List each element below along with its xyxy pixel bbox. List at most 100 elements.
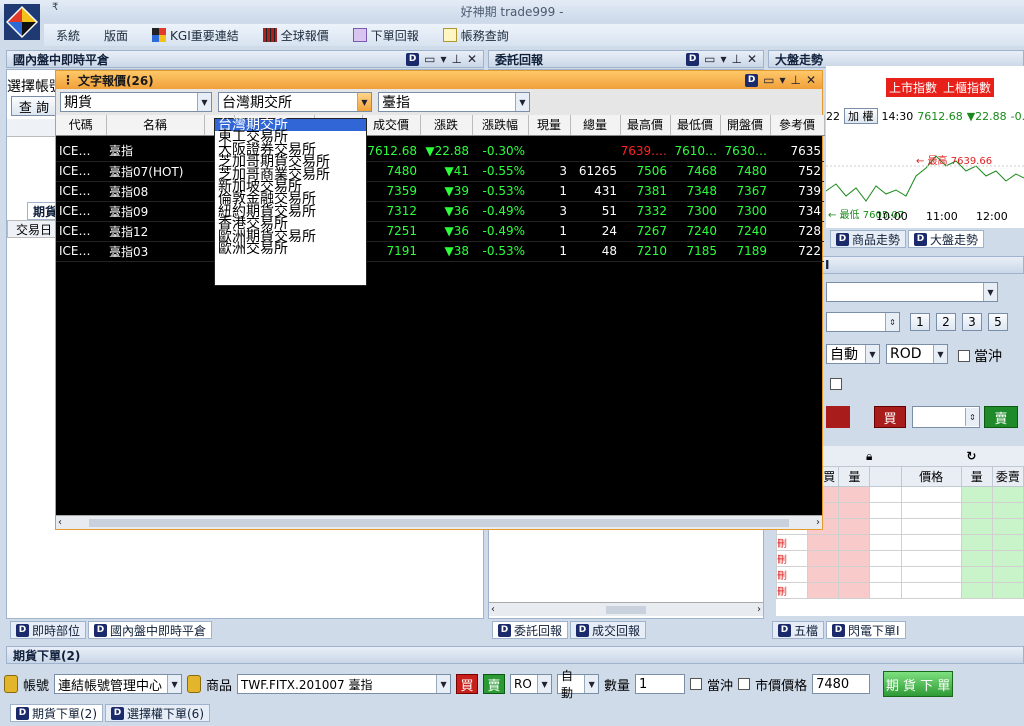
quote-hscrollbar[interactable]: ‹ ›: [56, 515, 822, 529]
chevron-down-icon: ▼: [357, 93, 371, 111]
buy-button[interactable]: 買: [456, 674, 479, 694]
product-combo[interactable]: ▼: [826, 282, 998, 302]
menu-kgi-links[interactable]: KGI重要連結: [140, 27, 251, 44]
exchange-dropdown[interactable]: 台灣期交所 東工交易所 大阪證券交易所 芝加哥期貨交易所 芝加哥商業交易所 新加…: [214, 118, 367, 286]
checkbox[interactable]: [958, 350, 970, 362]
menu-account-query[interactable]: 帳務查詢: [431, 27, 521, 44]
menu-global-quote[interactable]: 全球報價: [251, 27, 341, 44]
daytrade-checkbox[interactable]: [690, 678, 703, 690]
delete-button[interactable]: 刪: [775, 582, 809, 599]
scroll-left-icon[interactable]: ‹: [491, 604, 495, 615]
tab-positions[interactable]: D 即時部位: [10, 621, 87, 639]
lock-icon[interactable]: [187, 675, 202, 693]
market-price-checkbox[interactable]: [738, 678, 751, 690]
grid-header: [7, 119, 57, 137]
scroll-right-icon[interactable]: ›: [757, 604, 761, 615]
account-combo[interactable]: 連結帳號管理中心 ▼: [54, 674, 183, 694]
dock-icon: D: [778, 623, 791, 637]
rod-combo[interactable]: ROD ▼: [886, 344, 948, 364]
scroll-thumb[interactable]: [606, 605, 646, 614]
tab-options-order[interactable]: D 選擇權下單(6): [105, 704, 210, 722]
pin-icon[interactable]: ⊥: [731, 52, 741, 66]
tab-five-levels[interactable]: D 五檔: [772, 621, 825, 639]
ro-combo[interactable]: RO ▼: [510, 674, 553, 694]
menu-arrow-icon[interactable]: ▾: [720, 52, 726, 66]
price-input[interactable]: ⇕: [826, 312, 900, 332]
table-row[interactable]: ICE…臺指087157359▼39-0.53%1431738173487367…: [56, 181, 824, 202]
left-panel-title: 國內盤中即時平倉: [13, 52, 110, 67]
otc-index-badge[interactable]: 上櫃指數: [940, 78, 995, 97]
tab-trade-report[interactable]: D 成交回報: [570, 621, 647, 639]
tab-product-trend[interactable]: D 商品走勢: [830, 230, 907, 248]
dock-icon: D: [498, 623, 511, 637]
daytrade-check[interactable]: 當沖: [958, 346, 1002, 366]
table-row[interactable]: ICE… 臺指 7612.68 ▼22.88 -0.30% 7639.… 7610… 7630…: [56, 141, 824, 162]
delete-button[interactable]: 刪: [775, 550, 809, 567]
product-group-combo[interactable]: 臺指 ▼: [378, 92, 530, 112]
app-logo-icon[interactable]: [4, 4, 40, 40]
qty-1-button[interactable]: 1: [910, 313, 930, 331]
product-combo[interactable]: TWF.FITX.201007 臺指 ▼: [237, 674, 452, 694]
scroll-thumb[interactable]: [89, 518, 789, 527]
menu-bar: 系統 版面 KGI重要連結 全球報價 下單回報 帳務查詢: [44, 24, 1024, 46]
pin-icon[interactable]: ⊥: [790, 73, 800, 87]
submit-futures-order-button[interactable]: 期 貨 下 單: [883, 671, 954, 697]
sell-button[interactable]: 賣: [984, 406, 1018, 428]
scroll-left-icon[interactable]: ‹: [58, 517, 62, 528]
tab-futures-order[interactable]: D 期貨下單(2): [10, 704, 103, 722]
futures-order-header: 期貨下單(2): [6, 646, 1024, 664]
sell-button[interactable]: 賣: [483, 674, 506, 694]
float-icon[interactable]: ▭: [704, 52, 715, 66]
table-row[interactable]: ICE…臺指07(HOT)7157480▼41-0.55%36126575067…: [56, 161, 824, 182]
exchange-combo[interactable]: 台灣期交所 ▼: [218, 92, 372, 112]
refresh-icon[interactable]: ↻: [966, 449, 976, 463]
middle-hscrollbar[interactable]: ‹ ›: [489, 602, 763, 616]
qty-2-button[interactable]: 2: [936, 313, 956, 331]
close-icon[interactable]: ✕: [806, 73, 816, 87]
table-row[interactable]: ICE…臺指09767312▼36-0.49%35173327300730073…: [56, 201, 824, 222]
scroll-right-icon[interactable]: ›: [816, 517, 820, 528]
close-icon[interactable]: ✕: [467, 52, 477, 66]
lock-icon[interactable]: 🔒︎: [866, 449, 872, 464]
market-type-combo[interactable]: 期貨 ▼: [60, 92, 212, 112]
float-icon[interactable]: ▭: [763, 73, 774, 87]
dock-icon[interactable]: D: [406, 52, 420, 66]
sell-red-block[interactable]: [826, 406, 850, 428]
buy-button[interactable]: 買: [874, 406, 906, 428]
delete-button[interactable]: 刪: [775, 566, 809, 583]
tab-intraday-close[interactable]: D 國內盤中即時平倉: [88, 621, 213, 639]
qty-input[interactable]: 1: [635, 674, 686, 694]
menu-order-report[interactable]: 下單回報: [341, 27, 431, 44]
listed-index-badge[interactable]: 上市指數: [886, 78, 941, 97]
menu-system[interactable]: 系統: [44, 27, 92, 44]
tab-flash-order[interactable]: D 閃電下單I: [826, 621, 906, 639]
quote-window-header[interactable]: ⋮ 文字報價(26) D ▭ ▾ ⊥ ✕: [56, 71, 822, 89]
menu-arrow-icon[interactable]: ▾: [440, 52, 446, 66]
weighted-index-button[interactable]: 加 權: [844, 108, 878, 124]
dock-icon[interactable]: D: [745, 73, 759, 87]
close-icon[interactable]: ✕: [747, 52, 757, 66]
table-row[interactable]: ICE…臺指03717191▼38-0.53%14872107185718972…: [56, 241, 824, 262]
dropdown-option[interactable]: 歐洲交易所: [215, 242, 366, 256]
pin-icon[interactable]: ⊥: [451, 52, 461, 66]
menu-layout[interactable]: 版面: [92, 27, 140, 44]
option-checkbox[interactable]: [830, 378, 842, 390]
tab-market-trend[interactable]: D 大盤走勢: [908, 230, 985, 248]
delete-button[interactable]: 刪: [775, 534, 809, 551]
spinner-icon[interactable]: ⇕: [885, 313, 899, 331]
price-input[interactable]: 7480: [812, 674, 871, 694]
condition-combo[interactable]: 自動 ▼: [826, 344, 880, 364]
dock-icon[interactable]: D: [686, 52, 700, 66]
tab-order-report[interactable]: D 委託回報: [492, 621, 569, 639]
spinner-icon[interactable]: ⇕: [965, 408, 979, 426]
menu-arrow-icon[interactable]: ▾: [779, 73, 785, 87]
query-button[interactable]: 查 詢: [11, 96, 57, 116]
quick-access-icon[interactable]: ₹: [52, 2, 58, 13]
float-icon[interactable]: ▭: [424, 52, 435, 66]
order-qty-input[interactable]: ⇕: [912, 406, 980, 428]
auto-combo[interactable]: 自動 ▼: [557, 669, 600, 700]
qty-5-button[interactable]: 5: [988, 313, 1008, 331]
lock-icon[interactable]: [4, 675, 18, 693]
table-row[interactable]: ICE…臺指12727251▼36-0.49%12472677240724072…: [56, 221, 824, 242]
qty-3-button[interactable]: 3: [962, 313, 982, 331]
